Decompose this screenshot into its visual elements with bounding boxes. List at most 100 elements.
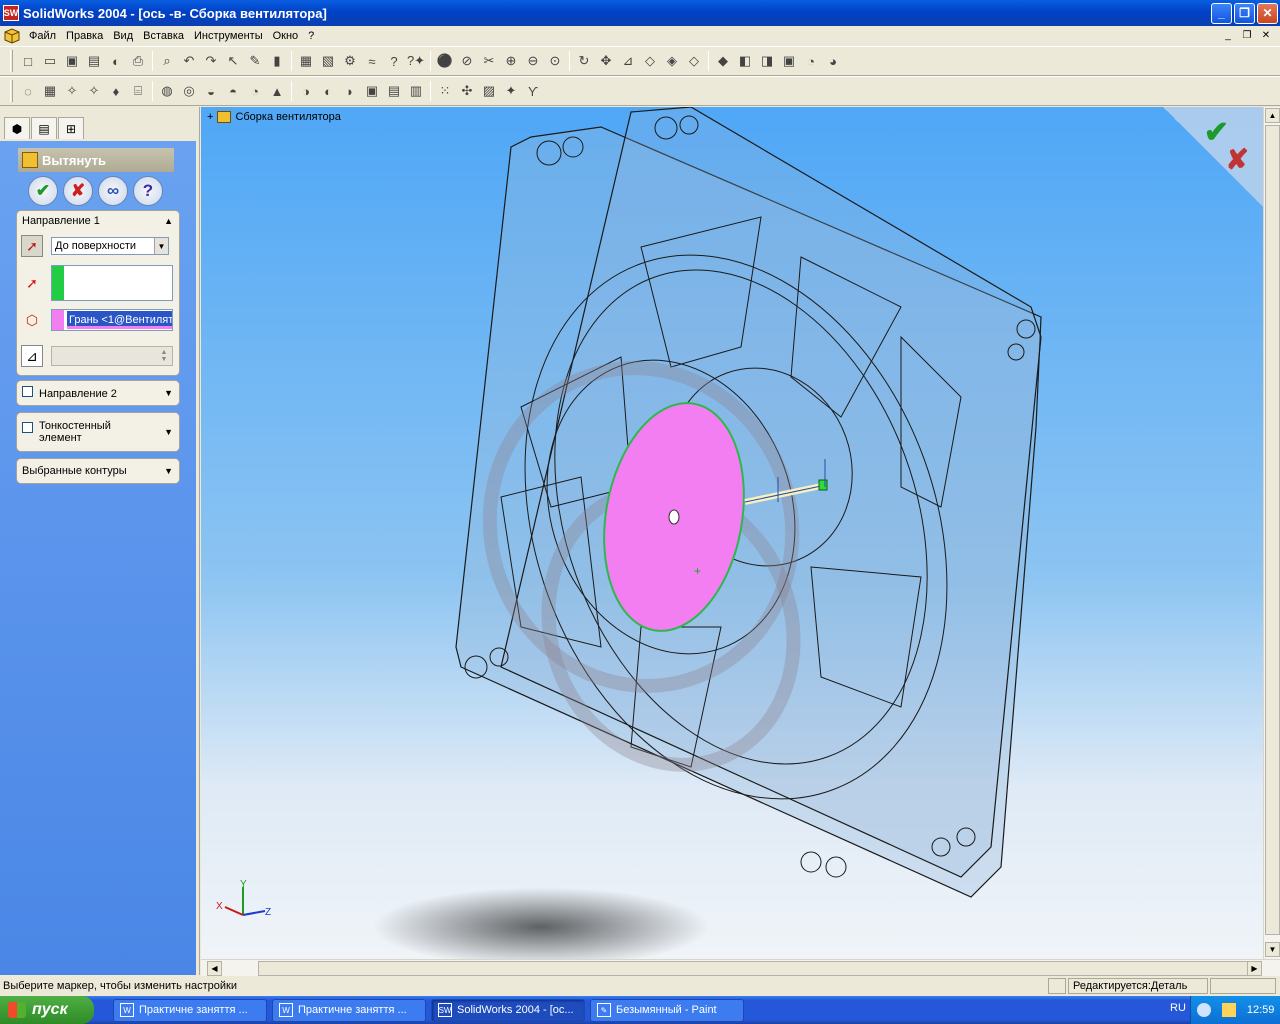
scroll-right-icon[interactable]: ▶ [1247, 961, 1262, 976]
toolbar1-tool-icon-7[interactable]: ↶ [179, 51, 199, 71]
menu-insert[interactable]: Вставка [138, 30, 189, 42]
toolbar1-tool-icon-15[interactable]: ≈ [362, 51, 382, 71]
configuration-manager-tab[interactable]: ⊞ [58, 117, 84, 139]
toolbar1-tool-icon-2[interactable]: ▣ [62, 51, 82, 71]
dropdown-arrow-icon[interactable]: ▼ [154, 238, 168, 254]
face-selection-box[interactable]: Грань <1@Вентилят [51, 309, 173, 331]
preview-button[interactable]: ∞ [98, 176, 128, 206]
reverse-direction-icon[interactable]: ➚ [21, 235, 43, 257]
toolbar2-tool-icon-21[interactable]: ✦ [501, 81, 521, 101]
close-button[interactable]: ✕ [1257, 2, 1278, 24]
vertical-scrollbar[interactable]: ▲ ▼ [1263, 107, 1280, 959]
toolbar2-tool-icon-12[interactable]: ◑ [296, 81, 316, 101]
property-manager-tab[interactable]: ▤ [31, 117, 57, 139]
maximize-button[interactable]: ❐ [1234, 2, 1255, 24]
menu-file[interactable]: Файл [24, 30, 61, 42]
toolbar1-tool-icon-26[interactable]: ⊿ [618, 51, 638, 71]
toolbar1-tool-icon-8[interactable]: ↷ [201, 51, 221, 71]
toolbar2-tool-icon-14[interactable]: ◗ [340, 81, 360, 101]
tray-expand-icon[interactable] [1196, 1003, 1211, 1017]
toolbar1-tool-icon-10[interactable]: ✎ [245, 51, 265, 71]
toolbar1-tool-icon-4[interactable]: ◐ [106, 51, 126, 71]
expand-arrow-icon[interactable]: ▼ [164, 388, 173, 398]
toolbar1-tool-icon-20[interactable]: ✂ [479, 51, 499, 71]
doc-minimize-button[interactable]: _ [1220, 28, 1236, 42]
toolbar2-tool-icon-13[interactable]: ◐ [318, 81, 338, 101]
toolbar2-tool-icon-4[interactable]: ♦ [106, 81, 126, 101]
scroll-down-icon[interactable]: ▼ [1265, 942, 1280, 957]
taskbar-button[interactable]: SW SolidWorks 2004 - [ос... [431, 998, 585, 1022]
toolbar1-tool-icon-18[interactable]: ⚫ [435, 51, 455, 71]
solidworks-menu-icon[interactable] [3, 28, 21, 44]
toolbar1-tool-icon-21[interactable]: ⊕ [501, 51, 521, 71]
toolbar1-tool-icon-13[interactable]: ▧ [318, 51, 338, 71]
graphics-area[interactable]: + + Сборка вентилятора ✔ ✘ Y Z X [201, 107, 1263, 959]
end-condition-select[interactable]: До поверхности ▼ [51, 237, 169, 255]
toolbar1-tool-icon-1[interactable]: ▭ [40, 51, 60, 71]
menu-view[interactable]: Вид [108, 30, 138, 42]
cancel-button[interactable]: ✘ [63, 176, 93, 206]
start-button[interactable]: пуск [0, 996, 94, 1024]
feature-tree-root[interactable]: + Сборка вентилятора [207, 111, 341, 123]
toolbar2-tool-icon-16[interactable]: ▤ [384, 81, 404, 101]
thin-feature-checkbox[interactable] [22, 422, 33, 433]
selected-contours-header[interactable]: Выбранные контуры ▼ [17, 459, 179, 483]
expand-toggle[interactable]: + [207, 111, 213, 123]
horizontal-scroll-thumb[interactable] [258, 961, 1248, 976]
toolbar1-tool-icon-9[interactable]: ↖ [223, 51, 243, 71]
thin-feature-header[interactable]: Тонкостенный элемент ▼ [17, 413, 179, 451]
direction-listbox[interactable] [51, 265, 173, 301]
toolbar1-tool-icon-25[interactable]: ✥ [596, 51, 616, 71]
tray-app-icon[interactable] [1221, 1003, 1236, 1017]
toolbar2-tool-icon-18[interactable]: ⁙ [435, 81, 455, 101]
toolbar1-tool-icon-33[interactable]: ▣ [779, 51, 799, 71]
menu-tools[interactable]: Инструменты [189, 30, 268, 42]
fan-assembly-model[interactable]: + [201, 107, 1263, 959]
toolbar1-tool-icon-34[interactable]: ◔ [801, 51, 821, 71]
doc-restore-button[interactable]: ❐ [1239, 28, 1255, 42]
toolbar1-tool-icon-6[interactable]: ⌕ [157, 51, 177, 71]
toolbar2-tool-icon-22[interactable]: ϒ [523, 81, 543, 101]
toolbar1-tool-icon-17[interactable]: ?✦ [406, 51, 426, 71]
toolbar1-tool-icon-3[interactable]: ▤ [84, 51, 104, 71]
toolbar1-tool-icon-11[interactable]: ▮ [267, 51, 287, 71]
toolbar2-tool-icon-9[interactable]: ◓ [223, 81, 243, 101]
toolbar2-tool-icon-3[interactable]: ✧ [84, 81, 104, 101]
toolbar2-tool-icon-2[interactable]: ✧ [62, 81, 82, 101]
menu-help[interactable]: ? [303, 30, 319, 42]
direction1-header[interactable]: Направление 1 ▲ [17, 211, 179, 231]
toolbar1-tool-icon-30[interactable]: ◆ [713, 51, 733, 71]
toolbar1-tool-icon-14[interactable]: ⚙ [340, 51, 360, 71]
toolbar1-tool-icon-35[interactable]: ◕ [823, 51, 843, 71]
toolbar1-tool-icon-16[interactable]: ? [384, 51, 404, 71]
toolbar1-tool-icon-12[interactable]: ▦ [296, 51, 316, 71]
toolbar1-tool-icon-29[interactable]: ◇ [684, 51, 704, 71]
expand-arrow-icon[interactable]: ▼ [164, 466, 173, 476]
expand-arrow-icon[interactable]: ▼ [164, 427, 173, 437]
toolbar2-tool-icon-20[interactable]: ▨ [479, 81, 499, 101]
toolbar1-tool-icon-24[interactable]: ↻ [574, 51, 594, 71]
horizontal-scrollbar[interactable]: ◀ ▶ [201, 959, 1280, 976]
scroll-up-icon[interactable]: ▲ [1265, 108, 1280, 123]
direction2-header[interactable]: Направление 2 ▼ [17, 381, 179, 405]
confirm-cancel-icon[interactable]: ✘ [1226, 143, 1249, 176]
toolbar1-tool-icon-23[interactable]: ⊙ [545, 51, 565, 71]
toolbar2-tool-icon-10[interactable]: ◔ [245, 81, 265, 101]
toolbar2-tool-icon-19[interactable]: ✣ [457, 81, 477, 101]
toolbar1-tool-icon-5[interactable]: ⎙ [128, 51, 148, 71]
toolbar1-tool-icon-19[interactable]: ⊘ [457, 51, 477, 71]
toolbar1-tool-icon-22[interactable]: ⊖ [523, 51, 543, 71]
toolbar2-tool-icon-15[interactable]: ▣ [362, 81, 382, 101]
toolbar1-tool-icon-0[interactable]: □ [18, 51, 38, 71]
toolbar1-tool-icon-28[interactable]: ◈ [662, 51, 682, 71]
taskbar-button[interactable]: ✎ Безымянный - Paint [590, 998, 744, 1022]
doc-close-button[interactable]: ✕ [1258, 28, 1274, 42]
minimize-button[interactable]: _ [1211, 2, 1232, 24]
toolbar2-tool-icon-7[interactable]: ◎ [179, 81, 199, 101]
vertical-scroll-thumb[interactable] [1265, 125, 1280, 935]
toolbar1-tool-icon-32[interactable]: ◨ [757, 51, 777, 71]
direction2-checkbox[interactable] [22, 386, 33, 397]
toolbar2-tool-icon-5[interactable]: ⌸ [128, 81, 148, 101]
toolbar1-tool-icon-31[interactable]: ◧ [735, 51, 755, 71]
toolbar2-tool-icon-1[interactable]: ▦ [40, 81, 60, 101]
